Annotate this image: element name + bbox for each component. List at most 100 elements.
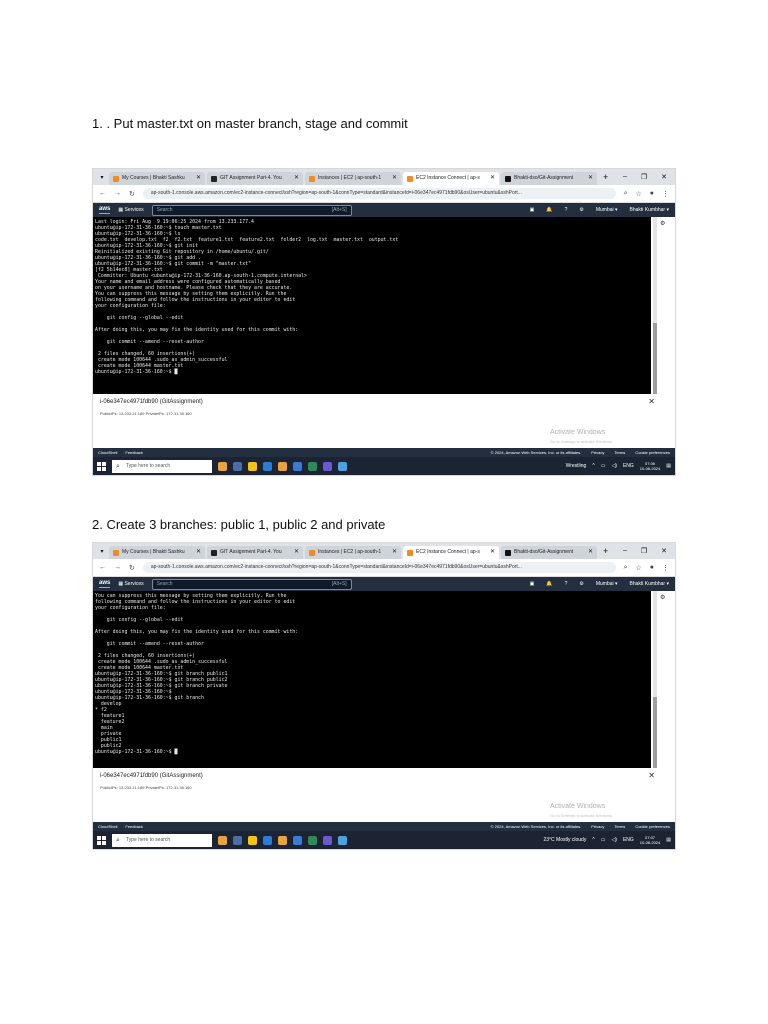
tray-chevron-icon[interactable]: ^ bbox=[592, 463, 594, 469]
tab-close-icon[interactable]: ✕ bbox=[294, 172, 299, 185]
taskbar-app-icon[interactable] bbox=[263, 835, 272, 845]
browser-tab[interactable]: EC2 Instance Connect | ap-s ✕ bbox=[403, 546, 499, 559]
menu-icon[interactable]: ⋮ bbox=[662, 190, 669, 198]
tab-list-dropdown-icon[interactable]: ▾ bbox=[97, 548, 107, 555]
language-indicator[interactable]: ENG bbox=[623, 463, 634, 469]
gear-icon[interactable]: ⚙ bbox=[579, 207, 583, 213]
taskbar-search-input[interactable]: Type here to search bbox=[112, 459, 212, 473]
taskbar-clock[interactable]: 07:06 10-08-2024 bbox=[640, 461, 660, 471]
bell-icon[interactable]: 🔔 bbox=[546, 581, 552, 587]
browser-tab[interactable]: Instances | EC2 | ap-south-1 ✕ bbox=[305, 172, 401, 185]
browser-tab[interactable]: Instances | EC2 | ap-south-1 ✕ bbox=[305, 546, 401, 559]
browser-tab[interactable]: My Courses | Bhakti Sashku ✕ bbox=[109, 172, 205, 185]
browser-tab[interactable]: GIT Assignment Part-4. You ✕ bbox=[207, 172, 303, 185]
scrollbar-thumb[interactable] bbox=[653, 697, 657, 768]
tab-close-icon[interactable]: ✕ bbox=[196, 172, 201, 185]
tab-list-dropdown-icon[interactable]: ▾ bbox=[97, 174, 107, 181]
terminal-settings-icon[interactable]: ⚙ bbox=[660, 594, 665, 601]
taskbar-app-icon[interactable] bbox=[248, 835, 257, 845]
weather-widget[interactable]: Wrestling bbox=[566, 463, 587, 469]
notification-icon[interactable]: ▤ bbox=[666, 837, 671, 843]
reload-button[interactable]: ↻ bbox=[129, 564, 135, 572]
terms-link[interactable]: Terms bbox=[614, 450, 625, 455]
terminal[interactable]: You can suppress this message by setting… bbox=[93, 591, 651, 768]
taskbar-app-icon[interactable] bbox=[218, 835, 227, 845]
tab-close-icon[interactable]: ✕ bbox=[392, 546, 397, 559]
taskbar-app-icon[interactable] bbox=[338, 461, 347, 471]
zoom-icon[interactable]: ⌕ bbox=[624, 564, 628, 572]
tab-close-icon[interactable]: ✕ bbox=[588, 172, 593, 185]
taskbar-clock[interactable]: 07:07 10-08-2024 bbox=[640, 835, 660, 845]
tab-close-icon[interactable]: ✕ bbox=[294, 546, 299, 559]
services-menu[interactable]: ▦ Services bbox=[118, 207, 143, 213]
cloudshell-link[interactable]: CloudShell bbox=[98, 450, 117, 455]
tab-close-icon[interactable]: ✕ bbox=[588, 546, 593, 559]
reload-button[interactable]: ↻ bbox=[129, 190, 135, 198]
privacy-link[interactable]: Privacy bbox=[591, 450, 604, 455]
taskbar-app-icon[interactable] bbox=[323, 835, 332, 845]
bell-icon[interactable]: 🔔 bbox=[546, 207, 552, 213]
new-tab-button[interactable]: + bbox=[599, 546, 612, 556]
taskbar-app-icon[interactable] bbox=[233, 835, 242, 845]
services-menu[interactable]: ▦ Services bbox=[118, 581, 143, 587]
aws-logo[interactable]: aws bbox=[99, 580, 111, 588]
account-menu[interactable]: Bhakti Kumbhar ▾ bbox=[630, 581, 669, 587]
taskbar-app-icon[interactable] bbox=[263, 461, 272, 471]
new-tab-button[interactable]: + bbox=[599, 172, 612, 182]
feedback-link[interactable]: Feedback bbox=[125, 450, 143, 455]
gear-icon[interactable]: ⚙ bbox=[579, 581, 583, 587]
terms-link[interactable]: Terms bbox=[614, 824, 625, 829]
tab-close-icon[interactable]: ✕ bbox=[392, 172, 397, 185]
url-field[interactable]: ap-south-1.console.aws.amazon.com/ec2-in… bbox=[142, 562, 616, 573]
minimize-button[interactable]: – bbox=[623, 547, 627, 555]
weather-widget[interactable]: 23°C Mostly cloudy bbox=[543, 837, 586, 843]
tab-close-icon[interactable]: ✕ bbox=[490, 172, 495, 185]
close-panel-icon[interactable]: ✕ bbox=[648, 397, 655, 406]
profile-icon[interactable]: ● bbox=[650, 190, 654, 197]
restore-button[interactable]: ❐ bbox=[641, 173, 647, 181]
help-icon[interactable]: ? bbox=[565, 207, 568, 213]
browser-tab[interactable]: GIT Assignment Part-4. You ✕ bbox=[207, 546, 303, 559]
back-button[interactable]: ← bbox=[99, 564, 106, 571]
taskbar-app-icon[interactable] bbox=[293, 835, 302, 845]
terminal[interactable]: Last login: Fri Aug 9 19:06:25 2024 from… bbox=[93, 217, 651, 394]
battery-icon[interactable]: ▭ bbox=[601, 837, 606, 843]
taskbar-app-icon[interactable] bbox=[308, 835, 317, 845]
close-panel-icon[interactable]: ✕ bbox=[648, 771, 655, 780]
region-selector[interactable]: Mumbai ▾ bbox=[596, 581, 618, 587]
windows-start-icon[interactable] bbox=[97, 835, 106, 845]
account-menu[interactable]: Bhakti Kumbhar ▾ bbox=[630, 207, 669, 213]
taskbar-app-icon[interactable] bbox=[278, 461, 287, 471]
tray-chevron-icon[interactable]: ^ bbox=[592, 837, 594, 843]
close-window-button[interactable]: ✕ bbox=[661, 547, 667, 555]
restore-button[interactable]: ❐ bbox=[641, 547, 647, 555]
bookmark-star-icon[interactable]: ☆ bbox=[635, 190, 641, 198]
browser-tab[interactable]: EC2 Instance Connect | ap-s ✕ bbox=[403, 172, 499, 185]
notification-icon[interactable]: ▤ bbox=[666, 463, 671, 469]
windows-start-icon[interactable] bbox=[97, 461, 106, 471]
region-selector[interactable]: Mumbai ▾ bbox=[596, 207, 618, 213]
zoom-icon[interactable]: ⌕ bbox=[624, 190, 628, 198]
volume-icon[interactable]: ◁) bbox=[611, 837, 617, 843]
aws-logo[interactable]: aws bbox=[99, 206, 111, 214]
cookie-preferences-link[interactable]: Cookie preferences bbox=[635, 824, 670, 829]
cloudshell-icon[interactable]: ▣ bbox=[530, 207, 535, 213]
terminal-settings-icon[interactable]: ⚙ bbox=[660, 220, 665, 227]
tab-close-icon[interactable]: ✕ bbox=[490, 546, 495, 559]
taskbar-app-icon[interactable] bbox=[278, 835, 287, 845]
volume-icon[interactable]: ◁) bbox=[611, 463, 617, 469]
taskbar-app-icon[interactable] bbox=[248, 461, 257, 471]
taskbar-app-icon[interactable] bbox=[293, 461, 302, 471]
url-field[interactable]: ap-south-1.console.aws.amazon.com/ec2-in… bbox=[142, 188, 616, 199]
taskbar-app-icon[interactable] bbox=[308, 461, 317, 471]
privacy-link[interactable]: Privacy bbox=[591, 824, 604, 829]
taskbar-app-icon[interactable] bbox=[218, 461, 227, 471]
tab-close-icon[interactable]: ✕ bbox=[196, 546, 201, 559]
minimize-button[interactable]: – bbox=[623, 173, 627, 181]
help-icon[interactable]: ? bbox=[565, 581, 568, 587]
back-button[interactable]: ← bbox=[99, 190, 106, 197]
battery-icon[interactable]: ▭ bbox=[601, 463, 606, 469]
feedback-link[interactable]: Feedback bbox=[125, 824, 143, 829]
taskbar-search-input[interactable]: Type here to search bbox=[112, 833, 212, 847]
browser-tab[interactable]: Bhakti-dso/Git-Assignment ✕ bbox=[501, 172, 597, 185]
